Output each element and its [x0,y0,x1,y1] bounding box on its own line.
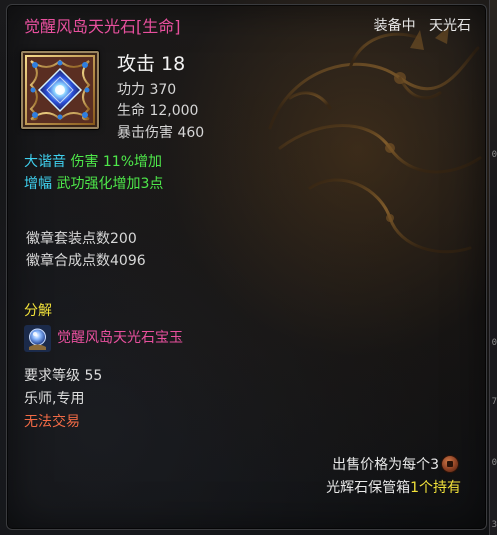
storage-held: 1个持有 [410,480,461,496]
copper-coin-icon [442,456,458,472]
decompose-header: 分解 [24,303,52,319]
dragon-background-art [268,26,482,254]
equip-slot-label: 天光石 [429,18,471,34]
bonus-label: 增幅 [24,176,52,192]
side-mark: 3 [491,520,497,530]
bonus-amplify: 增幅 武功强化增加3点 [24,177,163,191]
item-title: 觉醒风岛天光石[生命] [24,17,181,36]
untradeable-notice: 无法交易 [24,414,80,430]
bonus-harmony: 大谐音 伤害 11%增加 [24,155,162,169]
required-level: 要求等级 55 [24,368,103,384]
side-mark: 7 [491,397,497,407]
side-mark: 0 [491,150,497,160]
item-tooltip: 0 0 7 0 3 觉醒风岛天光石[生命] 装备中 天光石 攻击 18 功力 3… [0,0,497,535]
bonus-effect: 伤害 11%增加 [70,154,163,170]
adjacent-window-edge: 0 0 7 0 3 [489,0,497,535]
equip-status: 装备中 天光石 [374,19,471,33]
side-mark: 0 [491,338,497,348]
power-stat: 功力 370 [117,82,177,98]
gem-crystal-icon [21,51,99,129]
side-mark: 0 [491,458,497,468]
storage-count: 光辉石保管箱1个持有 [326,481,461,495]
gem-orb-icon [24,325,51,352]
emblem-synth-points: 徽章合成点数4096 [26,253,146,269]
decompose-result-item[interactable]: 觉醒风岛天光石宝玉 [57,331,183,345]
sell-price: 出售价格为每个3 [332,457,439,473]
bonus-effect: 武功强化增加3点 [56,176,164,192]
emblem-set-points: 徽章套装点数200 [26,231,137,247]
class-restriction: 乐师,专用 [24,391,85,407]
storage-label: 光辉石保管箱 [326,480,411,496]
item-icon-art [23,53,97,127]
bonus-label: 大谐音 [24,154,66,170]
crit-damage-stat: 暴击伤害 460 [117,125,205,141]
equip-status-label: 装备中 [373,18,416,34]
health-stat: 生命 12,000 [117,103,199,119]
attack-stat: 攻击 18 [117,53,186,75]
